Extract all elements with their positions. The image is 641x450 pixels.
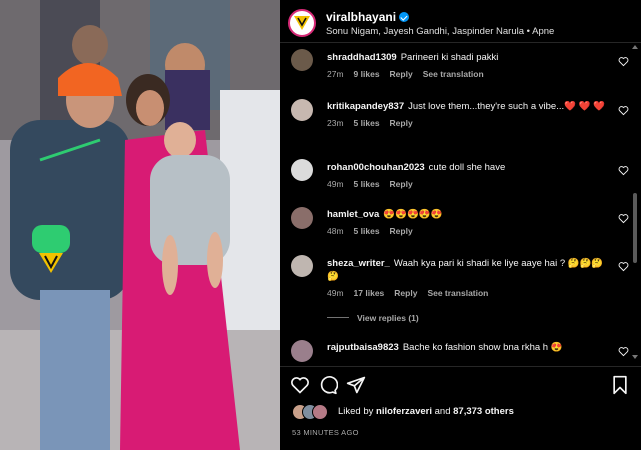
comment-time: 48m xyxy=(327,226,344,236)
scroll-down-arrow-icon[interactable] xyxy=(632,355,638,359)
liked-by-user[interactable]: niloferzaveri xyxy=(376,406,432,417)
comment-username[interactable]: shraddhad1309 xyxy=(327,52,397,63)
comment-time: 49m xyxy=(327,179,344,189)
comment-username[interactable]: rajputbaisa9823 xyxy=(327,342,399,353)
comment-text: Bache ko fashion show bna rkha h 😍 xyxy=(402,342,563,353)
reply-button[interactable]: Reply xyxy=(390,179,413,189)
commenter-avatar[interactable] xyxy=(291,49,313,71)
comment-meta: 27m 9 likes Reply See translation xyxy=(327,68,607,81)
post-timestamp: 53 MINUTES AGO xyxy=(292,428,359,437)
comment-time: 49m xyxy=(327,288,344,298)
comment-likes[interactable]: 17 likes xyxy=(354,288,385,298)
liked-by-prefix: Liked by xyxy=(338,406,374,417)
comment-text: cute doll she have xyxy=(428,162,506,173)
liked-by-row: Liked by niloferzaveri and 87,373 others xyxy=(292,404,632,422)
comment-body: sheza_writer_ Waah kya pari ki shadi ke l… xyxy=(327,257,607,300)
comment-meta: 23m 5 likes Reply xyxy=(327,117,607,130)
comment-meta: 49m 5 likes Reply xyxy=(327,178,607,191)
author-username-text[interactable]: viralbhayani xyxy=(326,10,396,24)
commenter-avatar[interactable] xyxy=(291,159,313,181)
post-header: viralbhayani Sonu Nigam, Jayesh Gandhi, … xyxy=(280,0,641,43)
reply-button[interactable]: Reply xyxy=(390,226,413,236)
comments-scrollbar[interactable] xyxy=(631,43,639,365)
comment-body: rajputbaisa9823 Bache ko fashion show bna… xyxy=(327,341,607,354)
scrollbar-thumb[interactable] xyxy=(633,193,637,263)
comment-meta: 49m 17 likes Reply See translation xyxy=(327,287,607,300)
like-heart-icon[interactable] xyxy=(290,375,310,395)
commenter-avatar[interactable] xyxy=(291,340,313,362)
comment-text: Just love them...they're such a vibe...❤… xyxy=(408,101,605,112)
post-dialog: viralbhayani Sonu Nigam, Jayesh Gandhi, … xyxy=(0,0,641,450)
comment-username[interactable]: rohan00chouhan2023 xyxy=(327,162,425,173)
post-video[interactable] xyxy=(0,0,280,450)
liked-by-text: Liked by niloferzaveri and 87,373 others xyxy=(338,406,514,417)
comment-likes[interactable]: 5 likes xyxy=(354,118,380,128)
post-photo xyxy=(0,0,280,450)
commenter-avatar[interactable] xyxy=(291,207,313,229)
comments-panel: viralbhayani Sonu Nigam, Jayesh Gandhi, … xyxy=(280,0,641,450)
verified-badge-icon xyxy=(399,12,410,22)
see-translation-button[interactable]: See translation xyxy=(423,69,484,79)
comment-likes[interactable]: 9 likes xyxy=(354,69,380,79)
comments-list[interactable]: shraddhad1309 Parineeri ki shadi pakki 27… xyxy=(280,43,641,365)
heart-icon[interactable] xyxy=(618,261,629,272)
comment-meta: 48m 5 likes Reply xyxy=(327,225,607,238)
reply-button[interactable]: Reply xyxy=(394,288,417,298)
reply-button[interactable]: Reply xyxy=(390,118,413,128)
comment-body: shraddhad1309 Parineeri ki shadi pakki 27… xyxy=(327,51,607,81)
bookmark-icon[interactable] xyxy=(610,375,630,395)
comment-time: 27m xyxy=(327,69,344,79)
liked-by-middle: and xyxy=(434,406,451,417)
heart-icon[interactable] xyxy=(618,213,629,224)
send-icon[interactable] xyxy=(346,375,366,395)
comment-likes[interactable]: 5 likes xyxy=(354,179,380,189)
comment-text: 😍😍😍😍😍 xyxy=(383,209,443,220)
comment-time: 23m xyxy=(327,118,344,128)
commenter-avatar[interactable] xyxy=(291,99,313,121)
scroll-up-arrow-icon[interactable] xyxy=(632,45,638,49)
viralbhayani-logo-icon xyxy=(294,16,310,30)
heart-icon[interactable] xyxy=(618,105,629,116)
post-actions-bar xyxy=(280,366,641,403)
audio-credits[interactable]: Sonu Nigam, Jayesh Gandhi, Jaspinder Nar… xyxy=(326,26,554,37)
view-replies-button[interactable]: View replies (1) xyxy=(327,313,419,323)
comment-body: rohan00chouhan2023 cute doll she have 49m… xyxy=(327,161,607,191)
comment-body: hamlet_ova 😍😍😍😍😍 48m 5 likes Reply xyxy=(327,208,607,238)
comment-username[interactable]: sheza_writer_ xyxy=(327,258,390,269)
commenter-avatar[interactable] xyxy=(291,255,313,277)
comment-username[interactable]: hamlet_ova xyxy=(327,209,379,220)
comment-text: Parineeri ki shadi pakki xyxy=(400,52,499,63)
heart-icon[interactable] xyxy=(618,165,629,176)
heart-icon[interactable] xyxy=(618,346,629,357)
comment-likes[interactable]: 5 likes xyxy=(354,226,380,236)
reply-button[interactable]: Reply xyxy=(390,69,413,79)
watermark-logo-icon xyxy=(39,253,63,273)
author-avatar[interactable] xyxy=(288,9,316,37)
comment-username[interactable]: kritikapandey837 xyxy=(327,101,404,112)
likes-count-link[interactable]: 87,373 others xyxy=(453,406,514,417)
see-translation-button[interactable]: See translation xyxy=(427,288,488,298)
heart-icon[interactable] xyxy=(618,56,629,67)
author-username[interactable]: viralbhayani xyxy=(326,10,410,24)
liker-avatar[interactable] xyxy=(312,404,328,420)
comment-icon[interactable] xyxy=(318,375,338,395)
comment-body: kritikapandey837 Just love them...they're… xyxy=(327,100,607,130)
